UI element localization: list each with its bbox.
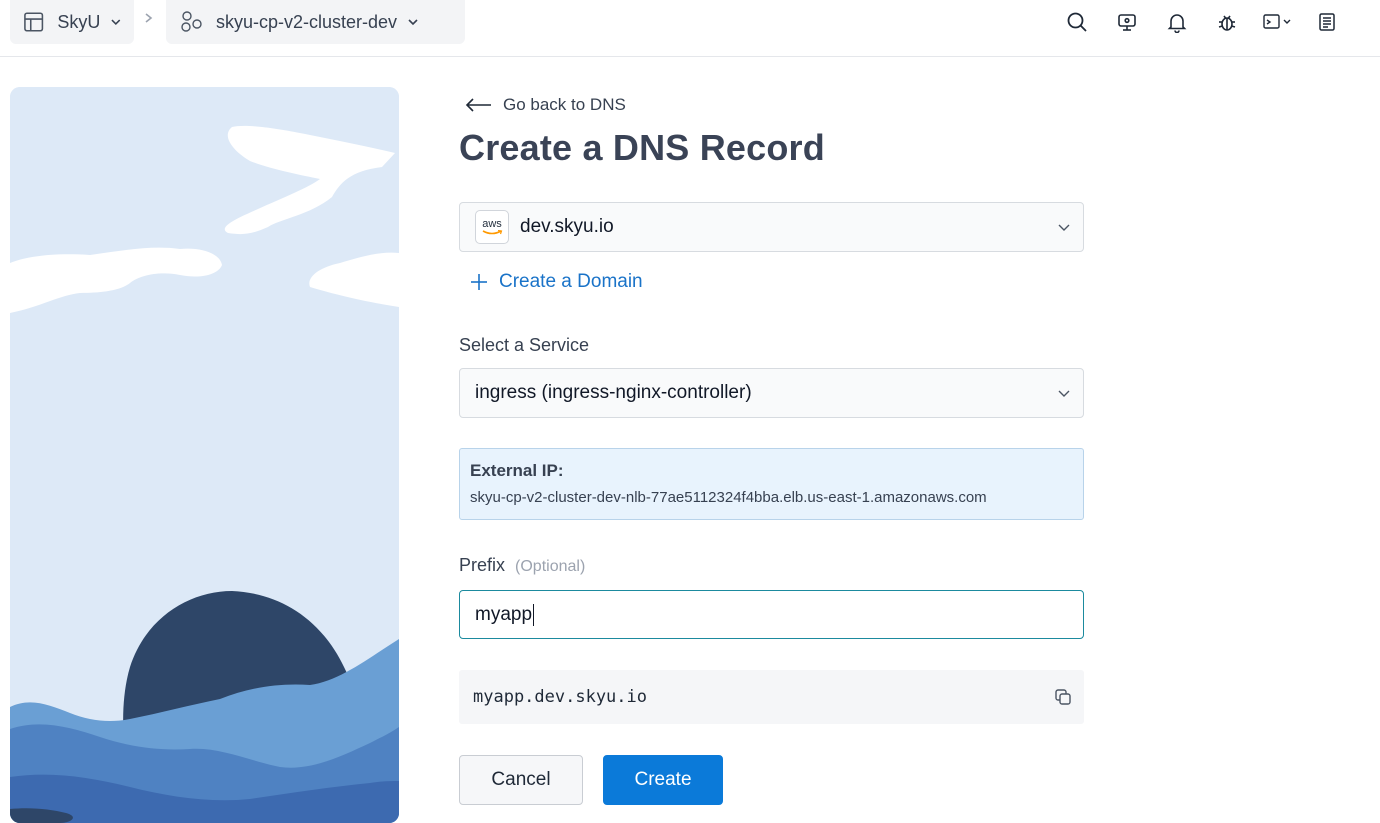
back-to-dns-link[interactable]: Go back to DNS — [465, 95, 626, 115]
back-link-label: Go back to DNS — [503, 95, 626, 114]
notifications-button[interactable] — [1152, 8, 1202, 36]
cluster-icon — [181, 11, 202, 32]
terminal-icon — [1263, 14, 1291, 29]
monitor-icon — [1118, 14, 1136, 31]
domain-select-value: dev.skyu.io — [520, 216, 614, 237]
chevron-down-icon — [1058, 224, 1070, 231]
search-icon — [1067, 12, 1087, 32]
breadcrumb-project[interactable]: skyu-cp-v2-cluster-dev — [166, 0, 465, 44]
aws-smile-icon — [482, 229, 503, 234]
monitor-button[interactable] — [1102, 8, 1152, 36]
prefix-input[interactable]: myapp — [459, 590, 1084, 639]
service-select[interactable]: ingress (ingress-nginx-controller) — [459, 368, 1084, 418]
breadcrumb-separator — [143, 10, 155, 31]
chevron-down-icon — [1058, 390, 1070, 397]
report-bug-button[interactable] — [1202, 8, 1252, 36]
chevron-down-icon — [408, 19, 418, 26]
service-label: Select a Service — [459, 335, 590, 355]
create-button[interactable]: Create — [603, 755, 723, 805]
illustration-panel — [10, 87, 399, 823]
aws-logo-icon: aws — [475, 210, 509, 244]
breadcrumb-org-label: SkyU — [57, 11, 101, 32]
page-title: Create a DNS Record — [459, 127, 825, 168]
external-ip-info: External IP: skyu-cp-v2-cluster-dev-nlb-… — [459, 448, 1084, 520]
docs-button[interactable] — [1302, 8, 1352, 36]
external-ip-label: External IP: — [470, 461, 564, 480]
text-caret — [533, 603, 535, 626]
create-domain-button[interactable]: Create a Domain — [469, 271, 643, 293]
create-domain-label: Create a Domain — [499, 271, 643, 292]
search-button[interactable] — [1052, 8, 1102, 36]
domain-select[interactable]: aws dev.skyu.io — [459, 202, 1084, 252]
chevron-right-icon — [145, 13, 153, 23]
top-bar: SkyU skyu-cp-v2-cluster-dev — [0, 0, 1380, 57]
chevron-down-icon — [111, 19, 121, 26]
bug-icon — [1218, 15, 1236, 31]
document-icon — [1319, 13, 1335, 31]
breadcrumb-org[interactable]: SkyU — [10, 0, 134, 44]
toolbar-icons — [1052, 8, 1352, 36]
table-icon — [24, 12, 44, 32]
prefix-label-row: Prefix (Optional) — [459, 555, 585, 576]
external-ip-value: skyu-cp-v2-cluster-dev-nlb-77ae5112324f4… — [470, 489, 987, 506]
plus-icon — [471, 274, 487, 290]
prefix-optional-hint: (Optional) — [515, 558, 586, 575]
prefix-label: Prefix — [459, 555, 506, 575]
breadcrumb-project-label: skyu-cp-v2-cluster-dev — [216, 11, 398, 32]
fqdn-preview: myapp.dev.skyu.io — [459, 670, 1084, 724]
copy-icon[interactable] — [1054, 688, 1072, 706]
terminal-button[interactable] — [1252, 8, 1302, 36]
service-select-value: ingress (ingress-nginx-controller) — [475, 382, 752, 403]
fqdn-value: myapp.dev.skyu.io — [473, 687, 647, 707]
bell-icon — [1167, 14, 1187, 33]
cancel-button[interactable]: Cancel — [459, 755, 583, 805]
arrow-left-icon — [465, 98, 491, 112]
prefix-input-value: myapp — [475, 603, 533, 625]
landscape-illustration — [10, 87, 399, 823]
